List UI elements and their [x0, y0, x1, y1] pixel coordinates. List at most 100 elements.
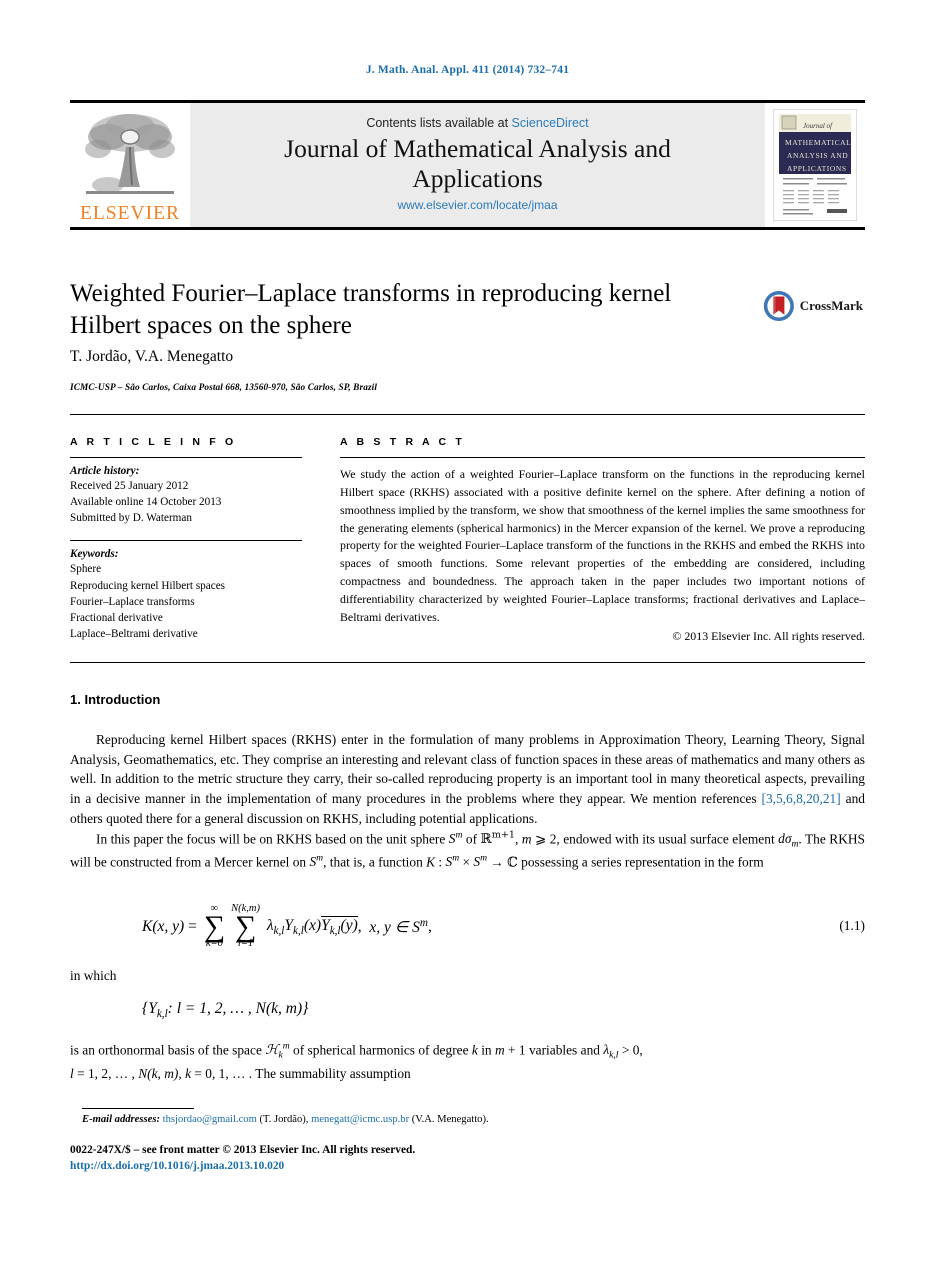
math-sm-cross: Sm	[445, 852, 460, 870]
sum2-lower-limit: l=1	[237, 938, 254, 950]
abstract-heading: A B S T R A C T	[340, 436, 465, 448]
journal-homepage-link[interactable]: www.elsevier.com/locate/jmaa	[397, 198, 557, 212]
sigma-icon: ∑	[203, 909, 226, 943]
keyword-item: Laplace–Beltrami derivative	[70, 627, 198, 640]
in-which-text: in which	[70, 968, 117, 983]
affiliation: ICMC-USP – São Carlos, Caixa Postal 668,…	[70, 383, 378, 393]
post-set-line-2: l = 1, 2, … , N(k, m), k = 0, 1, … . The…	[70, 1065, 411, 1081]
journal-cover-icon: Journal of MATHEMATICAL ANALYSIS AND APP…	[773, 109, 857, 221]
summation-1: ∞ ∑ k=0	[203, 903, 226, 950]
keywords-label: Keywords:	[70, 548, 119, 561]
journal-reference: J. Math. Anal. Appl. 411 (2014) 732–741	[365, 64, 570, 76]
equation-domain-condition: x, y ∈ Sm	[369, 916, 428, 936]
para2-part-c: ,	[515, 830, 522, 846]
svg-text:MATHEMATICAL: MATHEMATICAL	[785, 138, 851, 147]
math-index-range: l	[70, 1065, 74, 1081]
para2-part-g: possessing a series representation in th…	[517, 854, 764, 870]
abstract-column: A B S T R A C T We study the action of a…	[340, 436, 865, 644]
equation-1-1: K (x, y) = ∞ ∑ k=0 N(k,m) ∑ l=1 λk,lYk,l(…	[70, 898, 865, 960]
journal-cover-thumbnail: Journal of MATHEMATICAL ANALYSIS AND APP…	[765, 103, 865, 227]
keywords-rule	[70, 540, 302, 542]
math-m-ge-2: m	[521, 830, 532, 846]
citation-link[interactable]: [3,5,6,8,20,21]	[761, 791, 840, 806]
math-sphere-sm: Sm	[448, 829, 463, 846]
svg-text:Journal of: Journal of	[803, 122, 833, 130]
post-set-part-a: is an orthonormal basis of the space	[70, 1042, 266, 1058]
svg-text:APPLICATIONS: APPLICATIONS	[787, 164, 847, 173]
math-dsigma: dσm	[778, 830, 799, 850]
para2-part-d: , endowed with its usual surface element	[556, 830, 779, 846]
crossmark-label: CrossMark	[799, 298, 863, 313]
equation-number: (1.1)	[839, 918, 865, 933]
post-set-line-1: is an orthonormal basis of the space ℋkm…	[70, 1041, 643, 1062]
para1-part-a: Reproducing kernel Hilbert spaces (RKHS)…	[70, 732, 865, 807]
info-section-top-rule	[70, 414, 865, 415]
sciencedirect-link[interactable]: ScienceDirect	[512, 116, 589, 130]
journal-title-line2: Applications	[412, 164, 543, 193]
post-set-part-e: The summability assumption	[255, 1065, 411, 1081]
para2-part-f: , that is, a function	[323, 854, 427, 870]
post-set-text: is an orthonormal basis of the space ℋkm…	[70, 1040, 865, 1084]
email-link-1[interactable]: thsjordao@gmail.com	[163, 1114, 257, 1125]
paper-page: J. Math. Anal. Appl. 411 (2014) 732–741	[0, 0, 935, 1266]
elsevier-wordmark: ELSEVIER	[79, 203, 181, 224]
email-owner-1: (T. Jordão),	[259, 1114, 309, 1125]
elsevier-tree-icon	[85, 114, 175, 194]
contents-available-line: Contents lists available at ScienceDirec…	[366, 116, 588, 130]
body-text: Reproducing kernel Hilbert spaces (RKHS)…	[70, 730, 865, 873]
equation-kernel-symbol: K	[142, 917, 153, 935]
math-complex: ℂ	[507, 855, 518, 871]
issn-copyright-line: 0022-247X/$ – see front matter © 2013 El…	[70, 1144, 416, 1156]
email-label: E-mail addresses:	[82, 1114, 160, 1125]
abstract-text: We study the action of a weighted Fourie…	[340, 467, 865, 624]
sigma-icon: ∑	[234, 909, 257, 943]
history-submitted-by: Submitted by D. Waterman	[70, 512, 192, 525]
paper-title: Weighted Fourier–Laplace transforms in r…	[70, 280, 672, 339]
svg-text:ANALYSIS AND: ANALYSIS AND	[787, 151, 848, 160]
math-sm-cross-2: Sm	[473, 852, 488, 870]
equation-conjugate-term: Yk,l(y)	[321, 916, 358, 938]
math-real-space: ℝm+1	[480, 829, 516, 847]
keyword-item: Fourier–Laplace transforms	[70, 595, 195, 608]
section-heading-introduction: 1. Introduction	[70, 692, 161, 707]
email-link-2[interactable]: menegatt@icmc.usp.br	[311, 1114, 409, 1125]
post-set-part-d: variables and	[525, 1042, 604, 1058]
article-history-label: Article history:	[70, 465, 140, 477]
abstract-copyright: © 2013 Elsevier Inc. All rights reserved…	[672, 628, 865, 643]
article-info-heading: A R T I C L E I N F O	[70, 436, 237, 448]
keyword-item: Fractional derivative	[70, 611, 163, 624]
equation-expression: K (x, y) = ∞ ∑ k=0 N(k,m) ∑ l=1 λk,lYk,l(…	[142, 903, 432, 950]
doi-link[interactable]: http://dx.doi.org/10.1016/j.jmaa.2013.10…	[70, 1160, 770, 1172]
contents-prefix: Contents lists available at	[366, 116, 512, 131]
equation-comma: ,	[357, 917, 362, 935]
masthead-center: Contents lists available at ScienceDirec…	[190, 103, 765, 227]
math-sphere-sm-2: Sm	[309, 852, 324, 870]
email-owner-2: (V.A. Menegatto).	[411, 1114, 489, 1125]
keyword-item: Reproducing kernel Hilbert spaces	[70, 579, 226, 592]
crossmark-badge-icon	[763, 290, 794, 322]
paragraph-2: In this paper the focus will be on RKHS …	[70, 829, 865, 871]
math-harmonic-space: ℋkm	[265, 1041, 290, 1062]
math-m-plus-1: m	[494, 1042, 505, 1058]
history-available-online: Available online 14 October 2013	[70, 496, 222, 509]
journal-title: Journal of Mathematical Analysis and App…	[284, 134, 671, 194]
math-kernel-map: K	[426, 854, 436, 870]
summation-2: N(k,m) ∑ l=1	[231, 903, 260, 950]
article-info-rule	[70, 457, 302, 458]
equation-lambda-term: λk,lYk,l(x)	[266, 916, 322, 937]
elsevier-logo: ELSEVIER	[70, 103, 190, 227]
footnote-rule	[82, 1108, 194, 1109]
math-lambda-positive: λk,l	[603, 1042, 619, 1062]
author-list: T. Jordão, V.A. Menegatto	[70, 348, 234, 365]
post-set-part-b: of spherical harmonics of degree	[289, 1042, 472, 1058]
para2-part-a: In this paper the focus will be on RKHS …	[96, 830, 449, 846]
orthonormal-set-definition: {Yk,l: l = 1, 2, … , N(k, m)}	[142, 1000, 309, 1021]
equation-trailing-comma: ,	[427, 917, 432, 935]
crossmark-badge[interactable]: CrossMark	[763, 284, 863, 328]
sum1-lower-limit: k=0	[205, 938, 223, 950]
email-footnote: E-mail addresses: thsjordao@gmail.com (T…	[82, 1114, 782, 1125]
article-info-column: A R T I C L E I N F O Article history: R…	[70, 436, 302, 642]
journal-masthead: ELSEVIER Contents lists available at Sci…	[70, 100, 865, 230]
info-section-bottom-rule	[70, 662, 865, 663]
para2-part-b: of	[462, 830, 481, 846]
